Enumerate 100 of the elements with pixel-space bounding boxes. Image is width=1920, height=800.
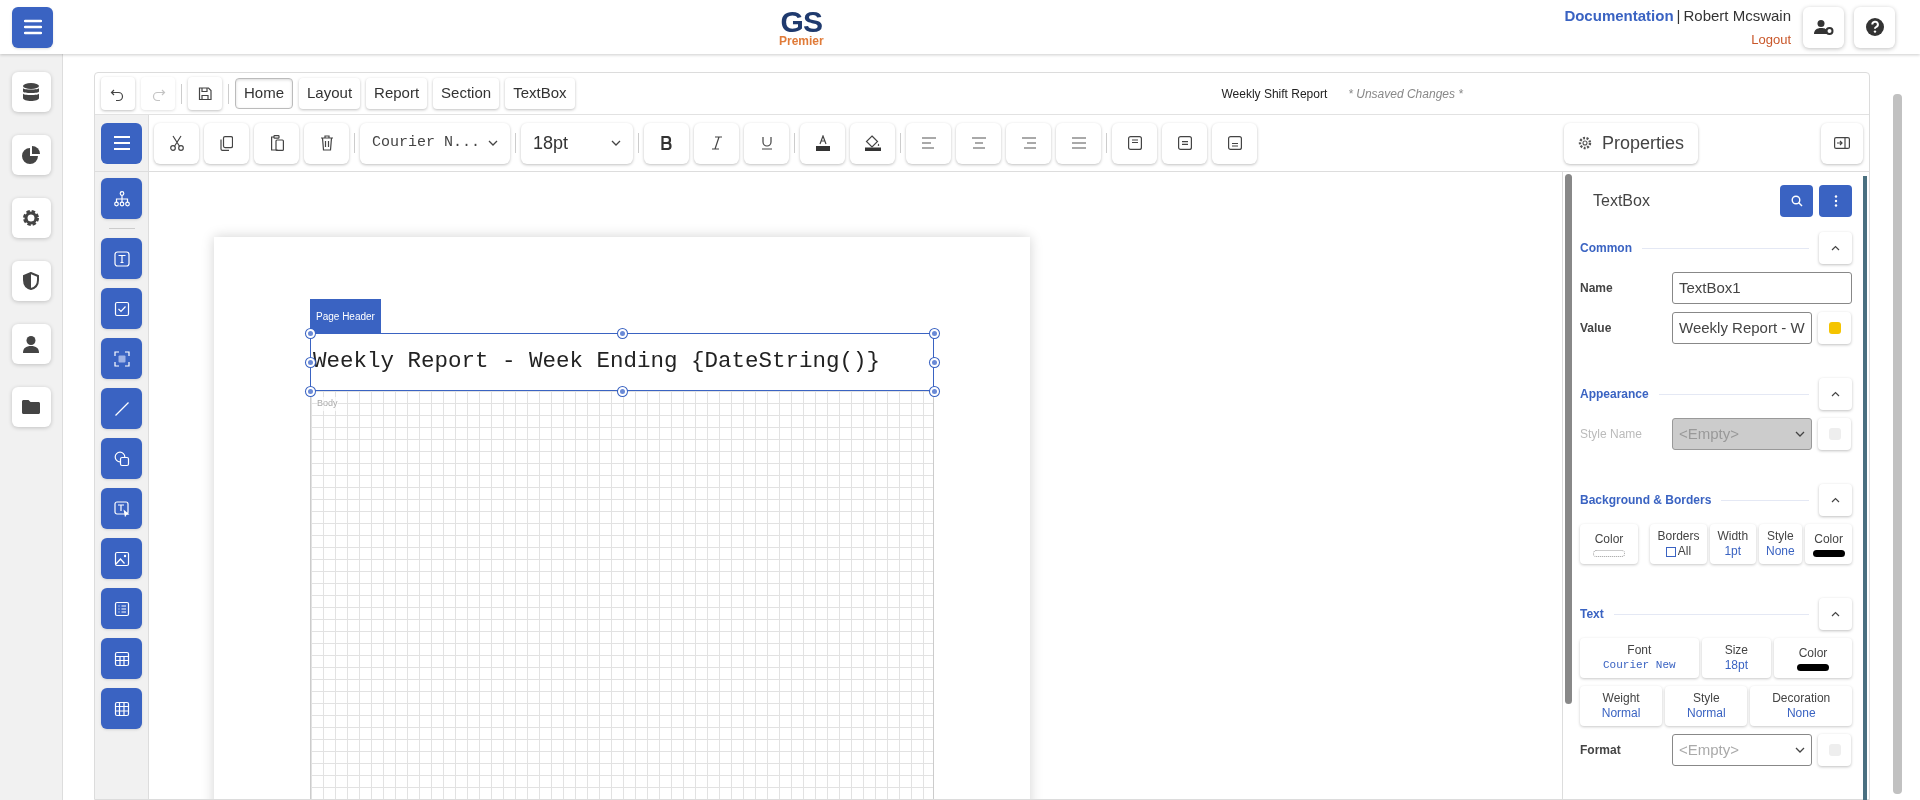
font-size-select[interactable]: 18pt [521,122,633,164]
save-button[interactable] [188,77,222,110]
scrollbar[interactable] [1565,174,1572,704]
italic-icon [710,136,723,150]
property-cell[interactable]: Size 18pt [1701,638,1771,678]
tab[interactable]: TextBox [505,78,575,109]
justify-icon [1070,137,1087,149]
resize-handle[interactable] [305,386,315,396]
hierarchy-button[interactable] [101,178,142,219]
tab[interactable]: Home [235,78,293,109]
underline-button[interactable] [744,122,789,164]
list-tool-button[interactable] [101,588,142,629]
image-icon [113,550,130,567]
chevron-up-icon [1831,611,1840,617]
font-color-button[interactable] [800,122,845,164]
cut-button[interactable] [154,122,199,164]
input-field[interactable]: Weekly Report - W [1672,312,1812,344]
field-label: Value [1580,320,1613,337]
help-button[interactable] [1854,6,1895,48]
property-cell[interactable]: Weight Normal [1580,686,1663,726]
bold-button[interactable] [644,122,689,164]
table-icon [113,650,130,667]
textbox-tool-button[interactable] [101,238,142,279]
underline-icon [760,136,773,150]
checkbox-tool-button[interactable] [101,288,142,329]
menu-button[interactable] [101,122,142,164]
shield-icon [23,272,39,290]
line-tool-button[interactable] [101,388,142,429]
matrix-tool-button[interactable] [101,688,142,729]
table-tool-button[interactable] [101,638,142,679]
paste-button[interactable] [254,122,299,164]
resize-handle[interactable] [305,357,315,367]
menu-icon [112,136,131,150]
property-cell[interactable]: Borders All [1650,524,1707,564]
security-button[interactable] [11,261,51,301]
paint-bucket-icon [864,135,881,151]
documentation-link[interactable]: Documentation [1564,4,1674,27]
property-cell[interactable]: Color [1580,524,1638,564]
menu-button[interactable] [12,6,53,48]
resize-handle[interactable] [929,386,939,396]
settings-icon [1577,136,1592,150]
folder-button[interactable] [11,387,51,427]
user-settings-button[interactable] [1803,6,1844,48]
line-icon [113,400,130,417]
tab[interactable]: Report [366,78,428,109]
chevron-up-icon [1831,245,1840,251]
image-tool-button[interactable] [101,538,142,579]
resize-handle[interactable] [617,386,627,396]
align-middle-button[interactable] [1162,122,1207,164]
container-icon [113,350,130,367]
property-cell[interactable]: Font Courier New [1580,638,1699,678]
container-tool-button[interactable] [101,338,142,379]
field-label: Format [1580,742,1622,759]
checkbox-icon [113,300,130,317]
align-bottom-button[interactable] [1212,122,1257,164]
more-icon [1833,195,1838,207]
shape-tool-button[interactable] [101,438,142,479]
search-button[interactable] [1780,185,1813,217]
align-top-button[interactable] [1112,122,1157,164]
save-icon [198,86,212,101]
user-icon [23,335,39,353]
tab[interactable]: Layout [299,78,361,109]
undo-button[interactable] [101,77,135,110]
scrollbar[interactable] [1893,94,1902,794]
chart-button[interactable] [11,135,51,175]
list-icon [113,600,130,617]
tab[interactable]: Section [433,78,500,109]
pie-chart-icon [22,146,40,164]
settings-icon [22,209,40,227]
more-button[interactable] [1819,185,1852,217]
resize-handle[interactable] [305,328,315,338]
property-cell[interactable]: Color [1805,524,1853,564]
font-select[interactable]: Courier N... [360,122,510,164]
delete-button[interactable] [304,122,349,164]
logout-link[interactable]: Logout [1751,30,1791,50]
resize-handle[interactable] [929,328,939,338]
user-button[interactable] [11,324,51,364]
resize-handle[interactable] [929,357,939,367]
property-cell[interactable]: Style Normal [1665,686,1748,726]
resize-handle[interactable] [617,328,627,338]
text-cursor-icon [113,500,130,517]
property-cell[interactable]: Style None [1758,524,1803,564]
fill-color-button[interactable] [850,122,895,164]
property-cell[interactable]: Decoration None [1750,686,1852,726]
property-cell[interactable]: Color [1774,638,1852,678]
settings-button[interactable] [11,198,51,238]
input-tool-button[interactable] [101,488,142,529]
property-cell[interactable]: Width 1pt [1709,524,1756,564]
selected-textbox[interactable]: Weekly Report - Week Ending {DateString()} [310,333,934,391]
grid-icon [113,700,130,717]
scrollbar[interactable] [1863,176,1867,800]
properties-button[interactable]: Properties [1563,122,1698,164]
report-title: Weekly Shift Report [1221,85,1328,103]
copy-button[interactable] [204,122,249,164]
field-label: Style Name [1580,426,1644,443]
input-field[interactable]: TextBox1 [1672,272,1852,304]
bold-icon [661,136,672,150]
toggle-panel-button[interactable] [1821,122,1863,164]
database-button[interactable] [11,72,51,112]
align-left-icon [920,137,937,149]
